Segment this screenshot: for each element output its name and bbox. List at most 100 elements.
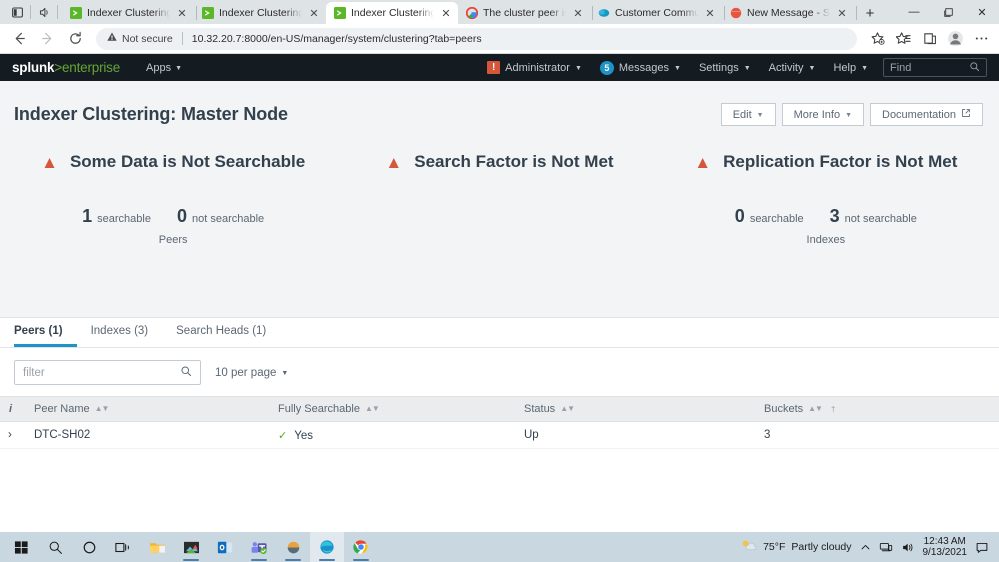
cell-buckets: 3 bbox=[756, 421, 999, 449]
maximize-button[interactable] bbox=[931, 0, 965, 24]
column-info[interactable]: i bbox=[0, 396, 26, 422]
administrator-menu[interactable]: ! Administrator ▼ bbox=[478, 54, 591, 81]
close-icon[interactable]: ✕ bbox=[571, 6, 585, 20]
new-tab-button[interactable]: + bbox=[858, 2, 882, 24]
show-hidden-icons-chevron[interactable] bbox=[860, 542, 871, 553]
settings-more-icon[interactable] bbox=[969, 27, 993, 51]
warning-text: Search Factor is Not Met bbox=[414, 152, 614, 171]
documentation-button[interactable]: Documentation bbox=[870, 103, 983, 126]
file-explorer-icon[interactable] bbox=[140, 532, 174, 562]
info-icon: i bbox=[9, 403, 13, 415]
close-icon[interactable]: ✕ bbox=[439, 6, 453, 20]
filter-input[interactable]: filter bbox=[14, 360, 201, 385]
stat-line: 0 searchable 3 not searchable bbox=[735, 206, 917, 227]
close-icon[interactable]: ✕ bbox=[703, 6, 717, 20]
close-icon[interactable]: ✕ bbox=[835, 6, 849, 20]
apps-menu[interactable]: Apps ▼ bbox=[146, 62, 182, 74]
not-secure-label: Not secure bbox=[122, 32, 173, 45]
alert-icon[interactable]: ! bbox=[487, 61, 501, 74]
chrome-icon[interactable] bbox=[344, 532, 378, 562]
cortana-icon[interactable] bbox=[72, 532, 106, 562]
outlook-icon[interactable] bbox=[208, 532, 242, 562]
search-icon[interactable] bbox=[38, 532, 72, 562]
tab-peers[interactable]: Peers (1) bbox=[14, 318, 77, 347]
weather-desc: Partly cloudy bbox=[791, 541, 852, 553]
page-actions: Edit ▼ More Info ▼ Documentation bbox=[720, 103, 983, 126]
settings-menu[interactable]: Settings ▼ bbox=[690, 54, 760, 81]
generic-app-icon[interactable] bbox=[276, 532, 310, 562]
close-button[interactable]: ✕ bbox=[965, 0, 999, 24]
browser-tab-active[interactable]: Indexer Clustering | S ✕ bbox=[326, 2, 458, 24]
check-icon: ✓ bbox=[278, 429, 288, 442]
clock-widget[interactable]: 12:43 AM 9/13/2021 bbox=[923, 536, 968, 559]
table-header-row: i Peer Name ▲▼ Fully Searchable ▲▼ Statu… bbox=[0, 396, 999, 422]
start-button[interactable] bbox=[4, 532, 38, 562]
indexes-searchable-label: searchable bbox=[749, 213, 804, 225]
minimize-button[interactable]: — bbox=[897, 0, 931, 24]
stat-group-peers: 1 searchable 0 not searchable Peers bbox=[10, 206, 336, 246]
teams-icon[interactable] bbox=[242, 532, 276, 562]
stats-row: 1 searchable 0 not searchable Peers 0 se… bbox=[0, 206, 999, 246]
sort-icon[interactable]: ▲▼ bbox=[95, 405, 110, 413]
mute-tab-icon[interactable] bbox=[33, 1, 55, 23]
close-icon[interactable]: ✕ bbox=[307, 6, 321, 20]
search-icon[interactable] bbox=[180, 365, 192, 380]
browser-tab[interactable]: Indexer Clustering | S ✕ bbox=[194, 2, 329, 24]
url-text: 10.32.20.7:8000/en-US/manager/system/clu… bbox=[191, 32, 482, 45]
profile-icon[interactable] bbox=[943, 27, 967, 51]
weather-widget[interactable]: 75°F Partly cloudy bbox=[740, 538, 852, 556]
splunk-header-bar: splunk>enterprise Apps ▼ ! Administrator… bbox=[0, 54, 999, 81]
column-status-label: Status bbox=[524, 403, 556, 415]
chevron-down-icon: ▼ bbox=[808, 65, 816, 72]
peers-not-searchable: 0 not searchable bbox=[177, 206, 264, 227]
warning-card-search-factor: ▲ Search Factor is Not Met bbox=[336, 152, 662, 172]
reload-icon[interactable] bbox=[62, 27, 88, 51]
per-page-dropdown[interactable]: 10 per page ▼ bbox=[215, 367, 288, 379]
warnings-row: ▲ Some Data is Not Searchable ▲ Search F… bbox=[0, 152, 999, 172]
address-bar[interactable]: Not secure 10.32.20.7:8000/en-US/manager… bbox=[96, 27, 857, 50]
chevron-down-icon: ▼ bbox=[756, 112, 764, 119]
find-placeholder: Find bbox=[890, 61, 912, 74]
peers-table-body: › DTC-SH02 ✓ Yes Up 3 bbox=[0, 421, 999, 449]
network-icon[interactable] bbox=[879, 541, 893, 554]
browser-tab[interactable]: Customer Communit ✕ bbox=[590, 2, 725, 24]
column-fully-searchable[interactable]: Fully Searchable ▲▼ bbox=[270, 396, 516, 422]
indexes-searchable: 0 searchable bbox=[735, 206, 804, 227]
chevron-down-icon: ▼ bbox=[574, 65, 582, 72]
tab-indexes[interactable]: Indexes (3) bbox=[77, 318, 163, 347]
sort-icon[interactable]: ▲▼ bbox=[365, 405, 380, 413]
close-icon[interactable]: ✕ bbox=[175, 6, 189, 20]
volume-icon[interactable] bbox=[901, 541, 915, 554]
more-info-button[interactable]: More Info ▼ bbox=[781, 103, 864, 126]
browser-tab-title: Indexer Clustering | S bbox=[219, 7, 302, 19]
back-icon[interactable] bbox=[6, 27, 32, 51]
help-menu[interactable]: Help ▼ bbox=[824, 54, 877, 81]
column-status[interactable]: Status ▲▼ bbox=[516, 396, 756, 422]
task-view-icon[interactable] bbox=[106, 532, 140, 562]
messages-menu[interactable]: 5 Messages ▼ bbox=[591, 54, 690, 81]
table-row[interactable]: › DTC-SH02 ✓ Yes Up 3 bbox=[0, 421, 999, 449]
find-input[interactable]: Find bbox=[883, 58, 987, 77]
browser-tab[interactable]: Indexer Clustering | S ✕ bbox=[62, 2, 197, 24]
edit-button[interactable]: Edit ▼ bbox=[720, 103, 776, 126]
not-secure-indicator[interactable]: Not secure bbox=[106, 31, 173, 46]
activity-menu[interactable]: Activity ▼ bbox=[760, 54, 825, 81]
cell-fully-searchable: ✓ Yes bbox=[270, 421, 516, 449]
splunk-logo[interactable]: splunk>enterprise bbox=[12, 60, 120, 75]
sort-icon[interactable]: ▲▼ bbox=[808, 405, 823, 413]
browser-tab[interactable]: New Message - Splu ✕ bbox=[722, 2, 857, 24]
photos-icon[interactable] bbox=[174, 532, 208, 562]
edge-icon[interactable] bbox=[310, 532, 344, 562]
favorites-icon[interactable] bbox=[891, 27, 915, 51]
collections-icon[interactable] bbox=[917, 27, 941, 51]
notifications-icon[interactable] bbox=[975, 541, 989, 554]
row-expander-icon[interactable]: › bbox=[0, 421, 26, 449]
column-peer-name[interactable]: Peer Name ▲▼ bbox=[26, 396, 270, 422]
browser-tab[interactable]: The cluster peer is un ✕ bbox=[458, 2, 593, 24]
tab-actions-icon[interactable] bbox=[6, 1, 28, 23]
add-favorite-icon[interactable] bbox=[865, 27, 889, 51]
tab-search-heads[interactable]: Search Heads (1) bbox=[162, 318, 280, 347]
forward-icon[interactable] bbox=[34, 27, 60, 51]
column-buckets[interactable]: Buckets ▲▼ † bbox=[756, 396, 999, 422]
sort-icon[interactable]: ▲▼ bbox=[560, 405, 575, 413]
